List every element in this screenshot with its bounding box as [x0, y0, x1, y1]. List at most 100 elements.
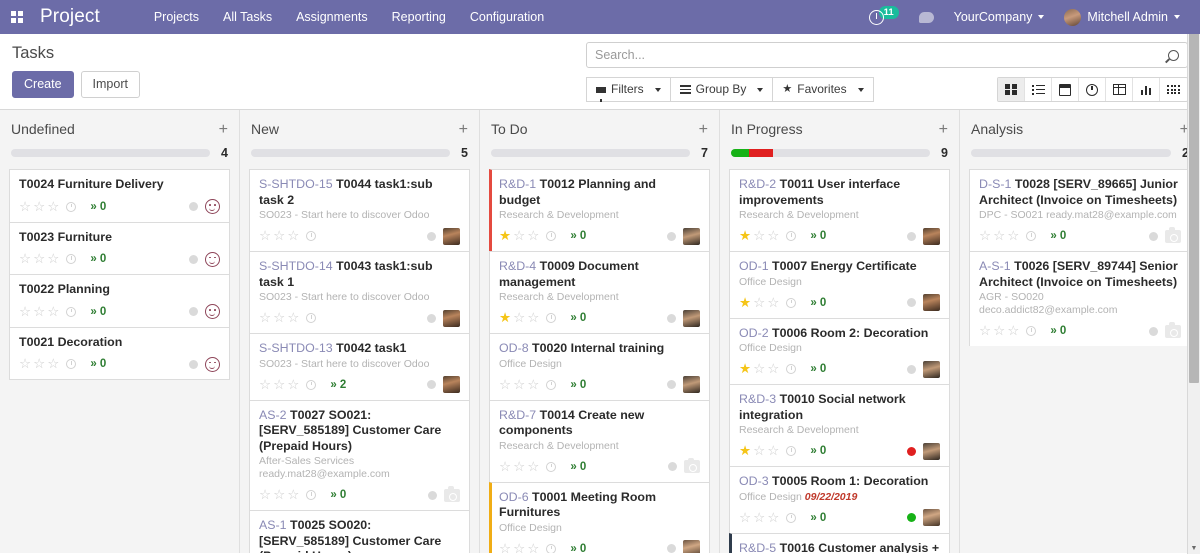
favorites-dropdown[interactable]: ★ Favorites: [772, 77, 874, 102]
priority-star-icon[interactable]: ☆: [273, 229, 285, 243]
kanban-state-dot[interactable]: [907, 446, 916, 456]
priority-star-icon[interactable]: ☆: [259, 488, 271, 502]
view-graph-button[interactable]: [1133, 78, 1160, 101]
kanban-state-dot[interactable]: [427, 313, 436, 323]
priority-star-icon[interactable]: ☆: [513, 311, 525, 325]
view-list-button[interactable]: [1025, 78, 1052, 101]
kanban-state-dot[interactable]: [667, 380, 676, 389]
priority-star-icon[interactable]: ☆: [259, 311, 271, 325]
priority-star-icon[interactable]: ☆: [993, 324, 1005, 338]
priority-star-icon[interactable]: ☆: [753, 362, 765, 376]
kanban-state-dot[interactable]: [667, 231, 676, 241]
kanban-card[interactable]: T0024 Furniture Delivery ☆ ☆ ☆» 0: [9, 169, 230, 222]
kanban-card[interactable]: AS-1 T0025 SO020: [SERV_585189] Customer…: [249, 510, 470, 553]
column-add-card-button[interactable]: +: [939, 122, 948, 138]
scrollbar-thumb[interactable]: [1189, 11, 1199, 383]
priority-star-icon[interactable]: ☆: [33, 252, 45, 266]
kanban-card[interactable]: AS-2 T0027 SO021: [SERV_585189] Customer…: [249, 399, 470, 510]
kanban-card[interactable]: R&D-2 T0011 User interface improvements R…: [729, 169, 950, 251]
messaging-menu-button[interactable]: [909, 0, 944, 34]
progress-bar[interactable]: [11, 149, 210, 157]
import-button[interactable]: Import: [80, 71, 140, 98]
priority-star-icon[interactable]: ☆: [753, 295, 765, 310]
priority-star-icon[interactable]: ☆: [767, 510, 779, 525]
priority-star-icon[interactable]: ☆: [287, 488, 299, 502]
priority-star-icon[interactable]: ☆: [767, 362, 779, 376]
kanban-card[interactable]: T0022 Planning ☆ ☆ ☆» 0: [9, 274, 230, 327]
priority-star-icon[interactable]: ☆: [527, 541, 539, 553]
kanban-card[interactable]: T0023 Furniture ☆ ☆ ☆» 0: [9, 221, 230, 274]
kanban-state-dot[interactable]: [428, 490, 437, 500]
column-add-card-button[interactable]: +: [699, 122, 708, 138]
priority-star-icon[interactable]: ☆: [19, 252, 31, 266]
kanban-card[interactable]: OD-8 T0020 Internal training Office Desig…: [489, 333, 710, 400]
column-add-card-button[interactable]: +: [219, 122, 228, 138]
menu-item-reporting[interactable]: Reporting: [380, 0, 458, 34]
view-calendar-button[interactable]: [1052, 78, 1079, 101]
priority-star-icon[interactable]: ☆: [287, 311, 299, 325]
kanban-state-dot[interactable]: [189, 307, 198, 316]
column-add-card-button[interactable]: +: [459, 122, 468, 138]
kanban-card[interactable]: R&D-5 T0016 Customer analysis + Architec…: [729, 532, 950, 553]
menu-item-configuration[interactable]: Configuration: [458, 0, 556, 34]
priority-star-icon[interactable]: ★: [499, 311, 511, 325]
apps-menu-icon[interactable]: [0, 0, 34, 34]
user-menu-button[interactable]: Mitchell Admin: [1054, 0, 1190, 34]
kanban-card[interactable]: OD-3 T0005 Room 1: Decoration Office Desi…: [729, 466, 950, 533]
priority-star-icon[interactable]: ★: [739, 444, 751, 458]
priority-star-icon[interactable]: ★: [739, 229, 751, 243]
kanban-card[interactable]: S-SHTDO-13 T0042 task1 SO023 - Start here…: [249, 333, 470, 400]
priority-star-icon[interactable]: ☆: [527, 311, 539, 325]
priority-star-icon[interactable]: ★: [739, 362, 751, 376]
priority-star-icon[interactable]: ☆: [47, 357, 59, 371]
priority-star-icon[interactable]: ☆: [47, 304, 59, 319]
app-brand-title[interactable]: Project: [34, 6, 104, 28]
view-kanban-button[interactable]: [998, 78, 1025, 101]
activity-menu-button[interactable]: 11: [859, 0, 909, 34]
priority-star-icon[interactable]: ☆: [979, 324, 991, 338]
kanban-state-dot[interactable]: [189, 359, 198, 369]
search-input[interactable]: [595, 48, 1168, 62]
priority-star-icon[interactable]: ☆: [1007, 229, 1019, 243]
progress-bar[interactable]: [971, 149, 1171, 157]
menu-item-all-tasks[interactable]: All Tasks: [211, 0, 284, 34]
priority-star-icon[interactable]: ★: [499, 229, 511, 243]
view-grid-button[interactable]: [1160, 78, 1187, 101]
kanban-card[interactable]: OD-1 T0007 Energy Certificate Office Desi…: [729, 251, 950, 318]
page-scrollbar[interactable]: ▲ ▼: [1187, 0, 1200, 554]
progress-bar[interactable]: [731, 149, 930, 157]
priority-star-icon[interactable]: ☆: [273, 311, 285, 325]
priority-star-icon[interactable]: ☆: [993, 229, 1005, 243]
priority-star-icon[interactable]: ☆: [527, 377, 539, 392]
priority-star-icon[interactable]: ☆: [19, 304, 31, 319]
kanban-card[interactable]: S-SHTDO-15 T0044 task1:sub task 2 SO023 -…: [249, 169, 470, 251]
priority-star-icon[interactable]: ☆: [513, 541, 525, 553]
priority-star-icon[interactable]: ☆: [739, 510, 751, 525]
priority-star-icon[interactable]: ☆: [287, 229, 299, 243]
kanban-card[interactable]: R&D-4 T0009 Document management Research …: [489, 251, 710, 333]
company-switcher-button[interactable]: YourCompany: [944, 0, 1055, 34]
priority-star-icon[interactable]: ☆: [47, 199, 59, 214]
kanban-card[interactable]: A-S-1 T0026 [SERV_89744] Senior Architec…: [969, 251, 1191, 346]
priority-star-icon[interactable]: ☆: [287, 377, 299, 392]
priority-star-icon[interactable]: ☆: [273, 377, 285, 392]
search-icon[interactable]: [1165, 47, 1182, 63]
priority-star-icon[interactable]: ☆: [259, 377, 271, 392]
kanban-state-dot[interactable]: [189, 254, 198, 264]
kanban-state-dot[interactable]: [1149, 326, 1158, 336]
priority-star-icon[interactable]: ☆: [753, 510, 765, 525]
priority-star-icon[interactable]: ☆: [527, 229, 539, 243]
scroll-down-arrow[interactable]: ▼: [1188, 543, 1200, 554]
view-activity-button[interactable]: [1079, 78, 1106, 101]
priority-star-icon[interactable]: ☆: [47, 252, 59, 266]
kanban-card[interactable]: S-SHTDO-14 T0043 task1:sub task 1 SO023 -…: [249, 251, 470, 333]
priority-star-icon[interactable]: ☆: [513, 229, 525, 243]
kanban-card[interactable]: OD-6 T0001 Meeting Room Furnitures Office…: [489, 481, 710, 553]
kanban-state-dot[interactable]: [667, 544, 676, 553]
kanban-state-dot[interactable]: [907, 231, 916, 241]
priority-star-icon[interactable]: ☆: [33, 357, 45, 371]
priority-star-icon[interactable]: ☆: [273, 488, 285, 502]
priority-star-icon[interactable]: ☆: [753, 444, 765, 458]
kanban-state-dot[interactable]: [668, 462, 677, 471]
kanban-state-dot[interactable]: [1149, 231, 1158, 241]
